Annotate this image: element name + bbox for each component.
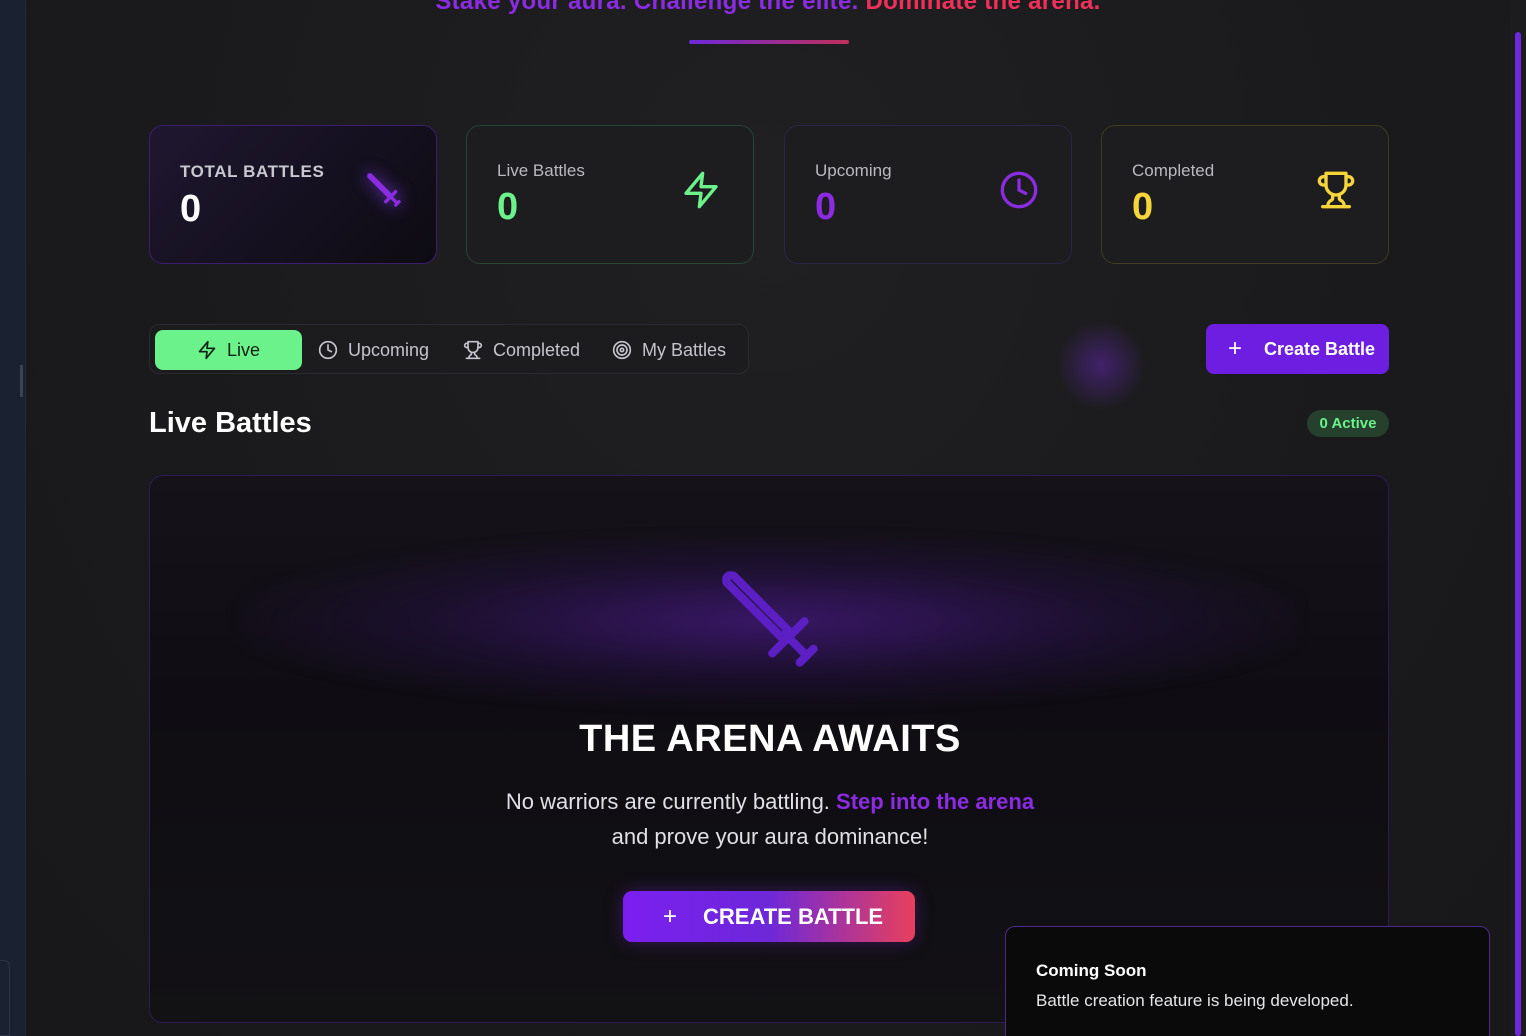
- tab-completed[interactable]: Completed: [463, 330, 580, 370]
- tab-upcoming[interactable]: Upcoming: [318, 330, 429, 370]
- create-battle-cta-label: CREATE BATTLE: [703, 903, 884, 929]
- empty-state-title: THE ARENA AWAITS: [579, 718, 961, 760]
- tab-label: Completed: [493, 339, 581, 360]
- tagline-part-2: Dominate the arena.: [865, 0, 1101, 15]
- scrollbar[interactable]: [1510, 0, 1526, 1036]
- battle-tabs: Live Upcoming Completed My Battles: [149, 324, 749, 374]
- toast-notification[interactable]: Coming Soon Battle creation feature is b…: [1005, 926, 1490, 1036]
- tagline-underline: [689, 40, 849, 44]
- stat-card-total: TOTAL BATTLES 0: [149, 125, 437, 264]
- create-battle-label: Create Battle: [1264, 338, 1376, 359]
- decorative-glow: [1056, 320, 1146, 410]
- page-tagline: Stake your aura. Challenge the elite. Do…: [26, 0, 1510, 16]
- tab-live[interactable]: Live: [155, 330, 302, 370]
- sword-icon: [367, 173, 401, 207]
- tab-label: My Battles: [642, 339, 727, 360]
- stat-value: 0: [180, 188, 202, 230]
- clock-icon: [318, 340, 338, 360]
- empty-state-highlight: Step into the arena: [836, 789, 1035, 814]
- toast-description: Battle creation feature is being develop…: [1036, 991, 1354, 1010]
- create-battle-button[interactable]: + Create Battle: [1206, 324, 1389, 374]
- empty-state-text-2: and prove your aura dominance!: [611, 824, 929, 849]
- clock-icon: [1000, 171, 1038, 209]
- plus-icon: +: [1228, 335, 1243, 362]
- empty-state-text: No warriors are currently battling. Step…: [150, 784, 1388, 854]
- stat-card-completed: Completed 0: [1101, 125, 1389, 264]
- stat-label: Upcoming: [815, 161, 892, 180]
- stat-label: Live Battles: [497, 161, 585, 180]
- sword-icon: [722, 571, 818, 667]
- scrollbar-thumb[interactable]: [1515, 32, 1521, 1036]
- trophy-icon: [1317, 171, 1355, 209]
- toast-title: Coming Soon: [1036, 961, 1147, 980]
- rail-corner: [0, 960, 10, 1036]
- main-content: Stake your aura. Challenge the elite. Do…: [26, 0, 1510, 1036]
- trophy-icon: [463, 340, 483, 360]
- stat-value: 0: [1132, 186, 1154, 228]
- stat-label: Completed: [1132, 161, 1215, 180]
- tab-label: Upcoming: [348, 339, 430, 360]
- stat-value: 0: [815, 186, 837, 228]
- section-title: Live Battles: [149, 407, 312, 439]
- create-battle-cta-button[interactable]: + CREATE BATTLE: [623, 891, 915, 942]
- stat-card-live: Live Battles 0: [466, 125, 754, 264]
- plus-icon: +: [663, 902, 678, 930]
- rail-handle[interactable]: [20, 365, 23, 397]
- empty-state-text-1: No warriors are currently battling.: [505, 789, 830, 814]
- active-count-badge: 0 Active: [1307, 410, 1389, 437]
- target-icon: [612, 340, 632, 360]
- lightning-icon: [684, 171, 718, 209]
- stat-value: 0: [497, 186, 519, 228]
- lightning-icon: [198, 340, 216, 360]
- tab-label: Live: [226, 339, 261, 360]
- tagline-part-1: Stake your aura. Challenge the elite.: [435, 0, 859, 15]
- tab-my-battles[interactable]: My Battles: [612, 330, 726, 370]
- stat-card-upcoming: Upcoming 0: [784, 125, 1072, 264]
- left-rail: [0, 0, 26, 1036]
- stat-label: TOTAL BATTLES: [180, 162, 325, 181]
